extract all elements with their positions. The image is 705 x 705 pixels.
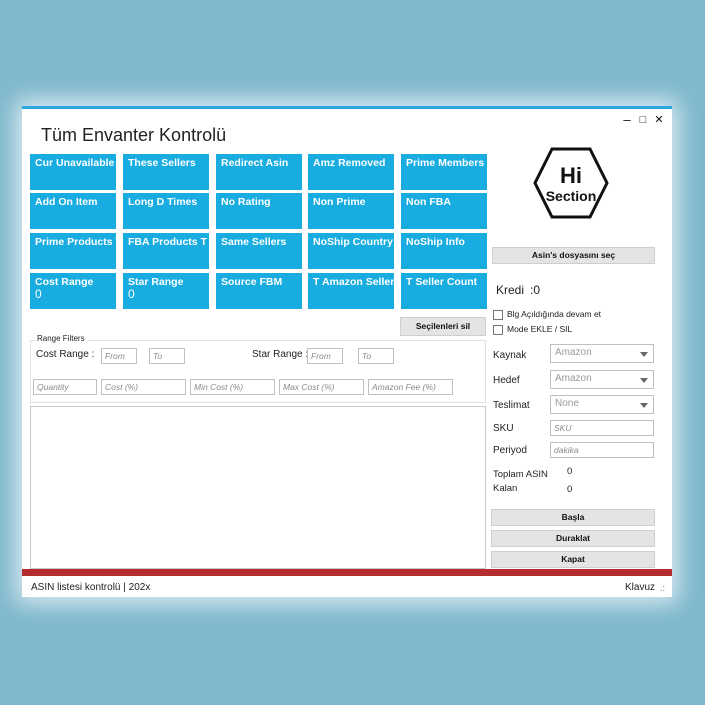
tile-noship-country[interactable]: NoShip Country bbox=[308, 233, 394, 269]
amazon-fee-input[interactable]: Amazon Fee (%) bbox=[368, 379, 453, 395]
sku-label: SKU bbox=[493, 423, 514, 434]
tile-label: T Seller Count bbox=[406, 276, 478, 288]
guide-link[interactable]: Klavuz bbox=[625, 582, 655, 593]
tile-value: 0 bbox=[128, 287, 135, 301]
tile-label: Non Prime bbox=[313, 196, 366, 208]
sku-input[interactable]: SKU bbox=[550, 420, 654, 436]
status-text: ASIN listesi kontrolü | 202x bbox=[31, 582, 151, 593]
cost-from-input[interactable]: From bbox=[101, 348, 137, 364]
hi-section-logo: Hi Section bbox=[533, 147, 609, 219]
status-divider bbox=[22, 569, 672, 576]
target-select[interactable]: Amazon bbox=[550, 370, 654, 389]
chevron-down-icon bbox=[640, 352, 648, 357]
tile-label: No Rating bbox=[221, 196, 271, 208]
logo-line1: Hi bbox=[560, 163, 582, 188]
tile-label: Source FBM bbox=[221, 276, 283, 288]
period-input[interactable]: dakika bbox=[550, 442, 654, 458]
delivery-select[interactable]: None bbox=[550, 395, 654, 414]
tile-label: Long D Times bbox=[128, 196, 198, 208]
source-label: Kaynak bbox=[493, 350, 527, 361]
delivery-select-value: None bbox=[555, 398, 579, 409]
source-select[interactable]: Amazon bbox=[550, 344, 654, 363]
close-button[interactable]: Kapat bbox=[491, 551, 655, 568]
star-range-label: Star Range : bbox=[252, 349, 309, 360]
star-to-input[interactable]: To bbox=[358, 348, 394, 364]
tile-label: Prime Members bbox=[406, 157, 485, 169]
continue-checkbox-label: Blg Açıldığında devam et bbox=[507, 309, 602, 319]
tile-source-fbm[interactable]: Source FBM bbox=[216, 273, 302, 309]
select-asin-file-button[interactable]: Asin's dosyasını seç bbox=[492, 247, 655, 264]
window-title: Tüm Envanter Kontrolü bbox=[41, 125, 227, 145]
continue-checkbox[interactable] bbox=[493, 310, 503, 320]
tile-label: Same Sellers bbox=[221, 236, 287, 248]
clear-selected-button[interactable]: Seçilenleri sil bbox=[400, 317, 486, 336]
credit-label: Kredi bbox=[496, 283, 525, 297]
tile-star-range[interactable]: Star Range 0 bbox=[123, 273, 209, 309]
tile-these-sellers[interactable]: These Sellers bbox=[123, 154, 209, 190]
mode-checkbox-label: Mode EKLE / SIL bbox=[507, 324, 573, 334]
tile-label: NoShip Country bbox=[313, 236, 393, 248]
tile-same-sellers[interactable]: Same Sellers bbox=[216, 233, 302, 269]
total-asin-label: Toplam ASIN bbox=[493, 469, 548, 480]
tile-label: NoShip Info bbox=[406, 236, 465, 248]
tile-add-on-item[interactable]: Add On Item bbox=[30, 193, 116, 229]
tile-cur-unavailable[interactable]: Cur Unavailable bbox=[30, 154, 116, 190]
tile-cost-range[interactable]: Cost Range 0 bbox=[30, 273, 116, 309]
quantity-input[interactable]: Quantity bbox=[33, 379, 97, 395]
remaining-label: Kalan bbox=[493, 483, 518, 494]
tile-prime-products-t[interactable]: Prime Products T bbox=[30, 233, 116, 269]
main-window: – □ ✕ Tüm Envanter Kontrolü Cur Unavaila… bbox=[22, 106, 672, 597]
target-label: Hedef bbox=[493, 375, 520, 386]
tile-label: T Amazon Seller bbox=[313, 276, 394, 288]
tile-prime-members[interactable]: Prime Members bbox=[401, 154, 487, 190]
tile-label: Cost Range bbox=[35, 276, 94, 288]
asin-list-area[interactable] bbox=[30, 406, 486, 569]
total-asin-value: 0 bbox=[567, 466, 573, 477]
chevron-down-icon bbox=[640, 378, 648, 383]
chevron-down-icon bbox=[640, 403, 648, 408]
tile-label: Prime Products T bbox=[35, 236, 116, 248]
tile-long-d-times[interactable]: Long D Times bbox=[123, 193, 209, 229]
tile-non-fba[interactable]: Non FBA bbox=[401, 193, 487, 229]
tile-t-amazon-seller[interactable]: T Amazon Seller bbox=[308, 273, 394, 309]
tile-redirect-asin[interactable]: Redirect Asin bbox=[216, 154, 302, 190]
remaining-value: 0 bbox=[567, 484, 573, 495]
star-from-input[interactable]: From bbox=[307, 348, 343, 364]
tile-amz-removed[interactable]: Amz Removed bbox=[308, 154, 394, 190]
tile-label: FBA Products T bbox=[128, 236, 207, 248]
source-select-value: Amazon bbox=[555, 347, 592, 358]
delivery-label: Teslimat bbox=[493, 400, 530, 411]
credit-value: :0 bbox=[530, 283, 541, 297]
tile-t-seller-count[interactable]: T Seller Count bbox=[401, 273, 487, 309]
minimize-icon[interactable]: – bbox=[620, 113, 634, 127]
pause-button[interactable]: Duraklat bbox=[491, 530, 655, 547]
cost-to-input[interactable]: To bbox=[149, 348, 185, 364]
maximize-icon[interactable]: □ bbox=[636, 113, 650, 127]
tile-non-prime[interactable]: Non Prime bbox=[308, 193, 394, 229]
tile-value: 0 bbox=[35, 287, 42, 301]
tile-label: Non FBA bbox=[406, 196, 451, 208]
period-label: Periyod bbox=[493, 445, 527, 456]
range-filters-label: Range Filters bbox=[35, 334, 87, 343]
tile-no-rating[interactable]: No Rating bbox=[216, 193, 302, 229]
tile-label: These Sellers bbox=[128, 157, 196, 169]
tile-noship-info[interactable]: NoShip Info bbox=[401, 233, 487, 269]
tile-label: Redirect Asin bbox=[221, 157, 289, 169]
cost-range-label: Cost Range : bbox=[36, 349, 95, 360]
tile-label: Star Range bbox=[128, 276, 184, 288]
cost-percent-input[interactable]: Cost (%) bbox=[101, 379, 186, 395]
logo-line2: Section bbox=[546, 188, 597, 204]
mode-checkbox[interactable] bbox=[493, 325, 503, 335]
target-select-value: Amazon bbox=[555, 373, 592, 384]
min-cost-input[interactable]: Min Cost (%) bbox=[190, 379, 275, 395]
max-cost-input[interactable]: Max Cost (%) bbox=[279, 379, 364, 395]
status-bar: ASIN listesi kontrolü | 202x Klavuz .: bbox=[22, 569, 672, 597]
resize-grip-icon[interactable]: .: bbox=[660, 583, 665, 593]
tile-label: Cur Unavailable bbox=[35, 157, 115, 169]
tile-fba-products-t[interactable]: FBA Products T bbox=[123, 233, 209, 269]
tile-label: Amz Removed bbox=[313, 157, 386, 169]
close-icon[interactable]: ✕ bbox=[652, 113, 666, 127]
tile-label: Add On Item bbox=[35, 196, 98, 208]
start-button[interactable]: Başla bbox=[491, 509, 655, 526]
